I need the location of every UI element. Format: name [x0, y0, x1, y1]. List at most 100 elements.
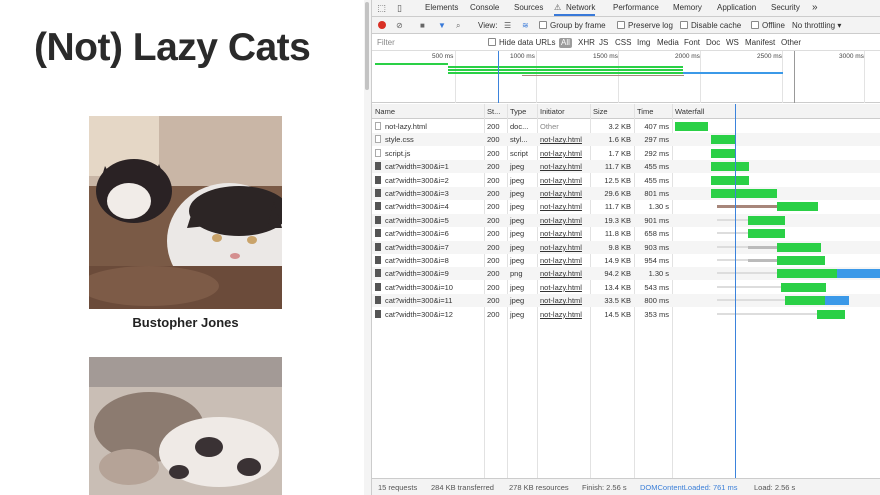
tab-security[interactable]: Security [771, 0, 800, 16]
request-name[interactable]: cat?width=300&i=8 [372, 254, 484, 267]
page-scrollbar[interactable] [364, 0, 371, 495]
request-initiator[interactable]: not-lazy.html [537, 200, 590, 213]
filter-type-ws[interactable]: WS [726, 35, 739, 51]
column-time[interactable]: Time [634, 104, 672, 119]
column-type[interactable]: Type [507, 104, 537, 119]
request-name[interactable]: cat?width=300&i=7 [372, 241, 484, 254]
request-row[interactable]: script.js 200 script not-lazy.html 1.7 KB 292… [372, 147, 880, 160]
preserve-log-checkbox[interactable]: Preserve log [617, 17, 673, 34]
request-row[interactable]: cat?width=300&i=5 200 jpeg not-lazy.html 19.… [372, 213, 880, 227]
request-type: jpeg [510, 175, 525, 185]
filter-type-js[interactable]: JS [599, 35, 608, 51]
column-waterfall[interactable]: Waterfall [672, 104, 880, 119]
tab-application[interactable]: Application [717, 0, 756, 16]
request-row[interactable]: cat?width=300&i=9 200 png not-lazy.html 94.2… [372, 267, 880, 281]
status-dom-content-loaded: DOMContentLoaded: 761 ms [640, 483, 738, 492]
filter-type-media[interactable]: Media [657, 35, 679, 51]
filter-input[interactable]: Filter [377, 35, 395, 51]
inspect-element-icon[interactable]: ⬚ [376, 3, 387, 14]
request-name[interactable]: cat?width=300&i=2 [372, 174, 484, 187]
camera-icon[interactable]: ■ [420, 17, 425, 34]
device-toolbar-icon[interactable]: ▯ [394, 3, 405, 14]
more-tabs-button[interactable]: » [812, 0, 818, 16]
column-status[interactable]: St... [484, 104, 507, 119]
column-size[interactable]: Size [590, 104, 634, 119]
throttling-select[interactable]: No throttling ▾ [792, 17, 841, 34]
request-name[interactable]: cat?width=300&i=10 [372, 281, 484, 294]
filter-type-doc[interactable]: Doc [706, 35, 720, 51]
filter-type-img[interactable]: Img [637, 35, 650, 51]
request-name[interactable]: cat?width=300&i=3 [372, 187, 484, 200]
tab-performance[interactable]: Performance [613, 0, 659, 16]
request-initiator[interactable]: not-lazy.html [537, 241, 590, 254]
request-name[interactable]: not-lazy.html [372, 120, 484, 133]
request-name[interactable]: style.css [372, 133, 484, 146]
request-initiator[interactable]: not-lazy.html [537, 294, 590, 307]
filter-type-other[interactable]: Other [781, 35, 801, 51]
network-overview[interactable]: 500 ms 1000 ms 1500 ms 2000 ms 2500 ms 3… [372, 51, 880, 103]
request-initiator[interactable]: not-lazy.html [537, 147, 590, 160]
offline-checkbox[interactable]: Offline [751, 17, 785, 34]
request-name[interactable]: cat?width=300&i=12 [372, 308, 484, 321]
request-size: 1.6 KB [608, 135, 631, 145]
filter-type-manifest[interactable]: Manifest [745, 35, 775, 51]
request-row[interactable]: cat?width=300&i=12 200 jpeg not-lazy.html 14… [372, 308, 880, 321]
request-name-text: cat?width=300&i=5 [385, 215, 449, 225]
tab-console[interactable]: Console [470, 0, 499, 16]
column-name[interactable]: Name [372, 104, 484, 119]
request-initiator[interactable]: not-lazy.html [537, 308, 590, 321]
page-scroll-thumb[interactable] [365, 2, 369, 90]
request-name[interactable]: cat?width=300&i=4 [372, 200, 484, 213]
request-initiator[interactable]: not-lazy.html [537, 160, 590, 173]
request-initiator[interactable]: not-lazy.html [537, 267, 590, 280]
group-by-frame-checkbox[interactable]: Group by frame [539, 17, 606, 34]
tab-memory[interactable]: Memory [673, 0, 702, 16]
request-initiator[interactable]: not-lazy.html [537, 214, 590, 227]
request-status: 200 [487, 215, 500, 225]
request-initiator[interactable]: not-lazy.html [537, 187, 590, 200]
disable-cache-checkbox[interactable]: Disable cache [680, 17, 741, 34]
clear-icon[interactable]: ⊘ [396, 17, 403, 34]
waterfall-stall-bar [717, 285, 781, 288]
request-row[interactable]: cat?width=300&i=8 200 jpeg not-lazy.html 14.… [372, 254, 880, 267]
request-row[interactable]: style.css 200 styl... not-lazy.html 1.6 KB 29… [372, 133, 880, 147]
large-rows-icon[interactable]: ☰ [504, 17, 511, 34]
request-initiator[interactable]: not-lazy.html [537, 254, 590, 267]
hide-data-urls-checkbox[interactable]: Hide data URLs [488, 35, 555, 51]
request-name[interactable]: cat?width=300&i=11 [372, 294, 484, 307]
waterfall-stall-bar [717, 272, 777, 275]
filter-icon[interactable]: ▼ [438, 17, 446, 34]
tab-elements[interactable]: Elements [425, 0, 458, 16]
column-initiator[interactable]: Initiator [537, 104, 590, 119]
request-name[interactable]: cat?width=300&i=1 [372, 160, 484, 173]
request-row[interactable]: cat?width=300&i=11 200 jpeg not-lazy.html 33… [372, 294, 880, 308]
request-time: 353 ms [644, 309, 669, 319]
request-row[interactable]: cat?width=300&i=1 200 jpeg not-lazy.html 11.… [372, 160, 880, 174]
request-size: 11.7 KB [604, 202, 631, 212]
request-time: 954 ms [644, 256, 669, 265]
search-icon[interactable]: ⌕ [456, 17, 460, 34]
request-name[interactable]: cat?width=300&i=9 [372, 267, 484, 280]
request-initiator[interactable]: not-lazy.html [537, 281, 590, 294]
request-name[interactable]: cat?width=300&i=5 [372, 214, 484, 227]
filter-type-css[interactable]: CSS [615, 35, 631, 51]
request-row[interactable]: cat?width=300&i=2 200 jpeg not-lazy.html 12.… [372, 174, 880, 187]
request-row[interactable]: cat?width=300&i=6 200 jpeg not-lazy.html 11.… [372, 227, 880, 240]
request-row[interactable]: not-lazy.html 200 doc... Other 3.2 KB 407 ms [372, 120, 880, 133]
filter-type-all[interactable]: All [559, 35, 572, 51]
overview-icon[interactable]: ≋ [522, 17, 529, 34]
request-initiator[interactable]: not-lazy.html [537, 227, 590, 240]
request-name[interactable]: cat?width=300&i=6 [372, 227, 484, 240]
tab-network[interactable]: ⚠ Network [554, 0, 596, 16]
request-name[interactable]: script.js [372, 147, 484, 160]
request-row[interactable]: cat?width=300&i=7 200 jpeg not-lazy.html 9.8… [372, 240, 880, 254]
filter-type-xhr[interactable]: XHR [578, 35, 595, 51]
request-row[interactable]: cat?width=300&i=3 200 jpeg not-lazy.html 29.… [372, 187, 880, 200]
request-row[interactable]: cat?width=300&i=4 200 jpeg not-lazy.html 11.… [372, 200, 880, 213]
request-row[interactable]: cat?width=300&i=10 200 jpeg not-lazy.html 13… [372, 281, 880, 294]
request-initiator[interactable]: not-lazy.html [537, 174, 590, 187]
tab-sources[interactable]: Sources [514, 0, 543, 16]
record-icon[interactable] [378, 17, 386, 34]
filter-type-font[interactable]: Font [684, 35, 700, 51]
request-initiator[interactable]: not-lazy.html [537, 133, 590, 146]
